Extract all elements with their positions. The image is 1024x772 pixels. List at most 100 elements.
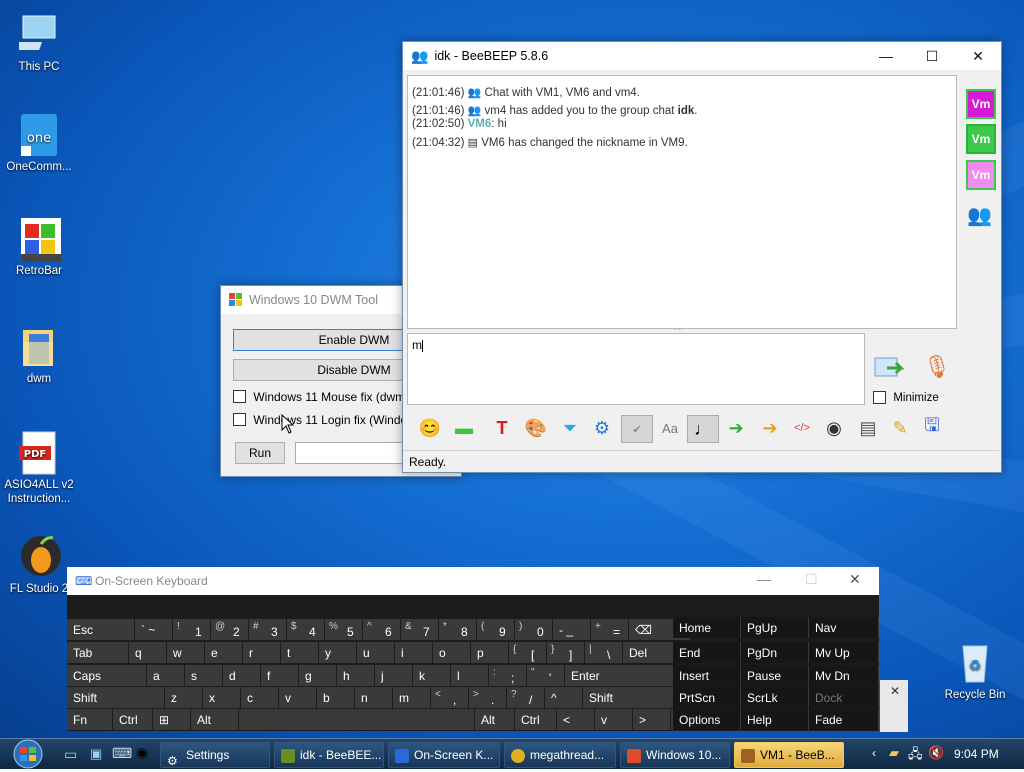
- send-file-icon[interactable]: ➔: [723, 415, 749, 441]
- key-2-10[interactable]: :;: [489, 665, 527, 686]
- nav-key-1-2[interactable]: Mv Up: [809, 642, 879, 663]
- run-button[interactable]: Run: [235, 442, 285, 464]
- key-2-4[interactable]: f: [261, 665, 299, 686]
- key-2-9[interactable]: l: [451, 665, 489, 686]
- mouse-fix-checkbox-row[interactable]: Windows 11 Mouse fix (dwminit.: [233, 389, 424, 404]
- tray-beebeep-icon[interactable]: ▰: [889, 745, 899, 761]
- send-icon[interactable]: [873, 354, 907, 382]
- nav-key-1-1[interactable]: PgDn: [741, 642, 809, 663]
- key-1-2[interactable]: w: [167, 642, 205, 663]
- settings-icon[interactable]: ⚙: [589, 415, 615, 441]
- beebeep-title-bar[interactable]: 👥 idk - BeeBEEP 5.8.6 — ☐ ✕: [403, 42, 1001, 70]
- key-1-13[interactable]: | \: [585, 642, 623, 663]
- music-note-icon[interactable]: ♩: [687, 415, 719, 443]
- key-2-12[interactable]: Enter: [565, 665, 687, 686]
- send-folder-icon[interactable]: ➔: [757, 415, 783, 441]
- key-1-5[interactable]: t: [281, 642, 319, 663]
- close-button[interactable]: ✕: [849, 571, 861, 588]
- minimize-checkbox-row[interactable]: Minimize: [873, 390, 939, 405]
- key-0-5[interactable]: $4: [287, 619, 325, 640]
- window-icon[interactable]: ▤: [855, 415, 881, 441]
- chrome-icon[interactable]: ◉: [136, 744, 148, 761]
- key-3-9[interactable]: >.: [469, 687, 507, 708]
- nav-key-2-1[interactable]: Pause: [741, 665, 809, 686]
- desktop-icon-retrobar[interactable]: RetroBar: [0, 216, 78, 278]
- key-0-12[interactable]: - _: [553, 619, 591, 640]
- key-1-6[interactable]: y: [319, 642, 357, 663]
- key-4-1[interactable]: Ctrl: [113, 709, 153, 730]
- nav-key-3-0[interactable]: PrtScn: [673, 687, 741, 708]
- notes-icon[interactable]: ✎: [887, 415, 913, 441]
- nav-key-2-0[interactable]: Insert: [673, 665, 741, 686]
- desktop-icon-recycle-bin[interactable]: ♻ Recycle Bin: [936, 640, 1014, 702]
- key-2-11[interactable]: " ': [527, 665, 565, 686]
- taskbar-button-settings[interactable]: ⚙ Settings: [160, 742, 270, 768]
- key-0-9[interactable]: * 8: [439, 619, 477, 640]
- key-1-9[interactable]: o: [433, 642, 471, 663]
- key-3-0[interactable]: Shift: [67, 687, 165, 708]
- save-icon[interactable]: 🖫: [919, 415, 945, 441]
- key-0-7[interactable]: ^ 6: [363, 619, 401, 640]
- key-1-10[interactable]: p: [471, 642, 509, 663]
- nav-key-3-1[interactable]: ScrLk: [741, 687, 809, 708]
- key-4-9[interactable]: >: [633, 709, 671, 730]
- tray-expand-icon[interactable]: ‹: [872, 746, 876, 760]
- nav-key-0-2[interactable]: Nav: [809, 617, 879, 638]
- osk-title-bar[interactable]: ⌨ On-Screen Keyboard — ☐ ✕: [67, 567, 879, 595]
- maximize-button[interactable]: ☐: [805, 571, 818, 588]
- key-2-1[interactable]: a: [147, 665, 185, 686]
- show-desktop-icon[interactable]: ▭: [64, 746, 77, 763]
- maximize-button[interactable]: ☐: [909, 42, 955, 70]
- user-avatar-vm[interactable]: Vm: [966, 124, 996, 154]
- spellcheck-icon[interactable]: ✔: [621, 415, 653, 443]
- key-3-10[interactable]: ? /: [507, 687, 545, 708]
- close-icon[interactable]: ✕: [890, 684, 900, 698]
- clock[interactable]: 9:04 PM: [954, 747, 999, 761]
- key-0-8[interactable]: & 7: [401, 619, 439, 640]
- nav-key-3-2[interactable]: Dock: [809, 687, 879, 708]
- key-0-13[interactable]: + =: [591, 619, 629, 640]
- nav-key-4-0[interactable]: Options: [673, 709, 741, 730]
- key-2-0[interactable]: Caps: [67, 665, 147, 686]
- key-3-8[interactable]: <,: [431, 687, 469, 708]
- taskbar-button-osk[interactable]: On-Screen K...: [388, 742, 500, 768]
- key-0-6[interactable]: % 5: [325, 619, 363, 640]
- nav-key-2-2[interactable]: Mv Dn: [809, 665, 879, 686]
- key-3-11[interactable]: ^: [545, 687, 583, 708]
- taskbar-button-beebeep[interactable]: idk - BeeBEE...: [274, 742, 384, 768]
- checkbox[interactable]: [873, 391, 886, 405]
- key-1-4[interactable]: r: [243, 642, 281, 663]
- taskbar-button-vm1[interactable]: VM1 - BeeB...: [734, 742, 844, 768]
- nav-key-1-0[interactable]: End: [673, 642, 741, 663]
- key-3-5[interactable]: b: [317, 687, 355, 708]
- login-fix-checkbox-row[interactable]: Windows 11 Login fix (Windows: [233, 412, 422, 427]
- user-avatar-vm[interactable]: Vm: [966, 160, 996, 190]
- key-1-3[interactable]: e: [205, 642, 243, 663]
- nav-key-4-1[interactable]: Help: [741, 709, 809, 730]
- key-4-4[interactable]: [239, 709, 475, 730]
- key-0-4[interactable]: #3: [249, 619, 287, 640]
- user-avatar-vm[interactable]: Vm: [966, 89, 996, 119]
- key-2-7[interactable]: j: [375, 665, 413, 686]
- key-4-3[interactable]: Alt: [191, 709, 239, 730]
- key-1-7[interactable]: u: [357, 642, 395, 663]
- key-1-8[interactable]: i: [395, 642, 433, 663]
- key-3-3[interactable]: c: [241, 687, 279, 708]
- message-input[interactable]: m: [407, 333, 865, 405]
- nav-key-4-2[interactable]: Fade: [809, 709, 879, 730]
- microphone-icon[interactable]: 🎙: [923, 354, 951, 380]
- key-0-11[interactable]: ) 0: [515, 619, 553, 640]
- key-1-0[interactable]: Tab: [67, 642, 129, 663]
- html-icon[interactable]: </>: [789, 415, 815, 441]
- screenshot-icon[interactable]: ◉: [821, 415, 847, 441]
- key-4-8[interactable]: v: [595, 709, 633, 730]
- key-2-3[interactable]: d: [223, 665, 261, 686]
- key-0-3[interactable]: @2: [211, 619, 249, 640]
- close-button[interactable]: ✕: [955, 42, 1001, 70]
- minimize-button[interactable]: —: [757, 571, 771, 587]
- keyboard-icon[interactable]: ⌨: [112, 745, 132, 762]
- key-3-7[interactable]: m: [393, 687, 431, 708]
- network-icon[interactable]: 🖧: [908, 745, 923, 767]
- emoticon-icon[interactable]: 😊: [417, 415, 443, 441]
- key-0-10[interactable]: (9: [477, 619, 515, 640]
